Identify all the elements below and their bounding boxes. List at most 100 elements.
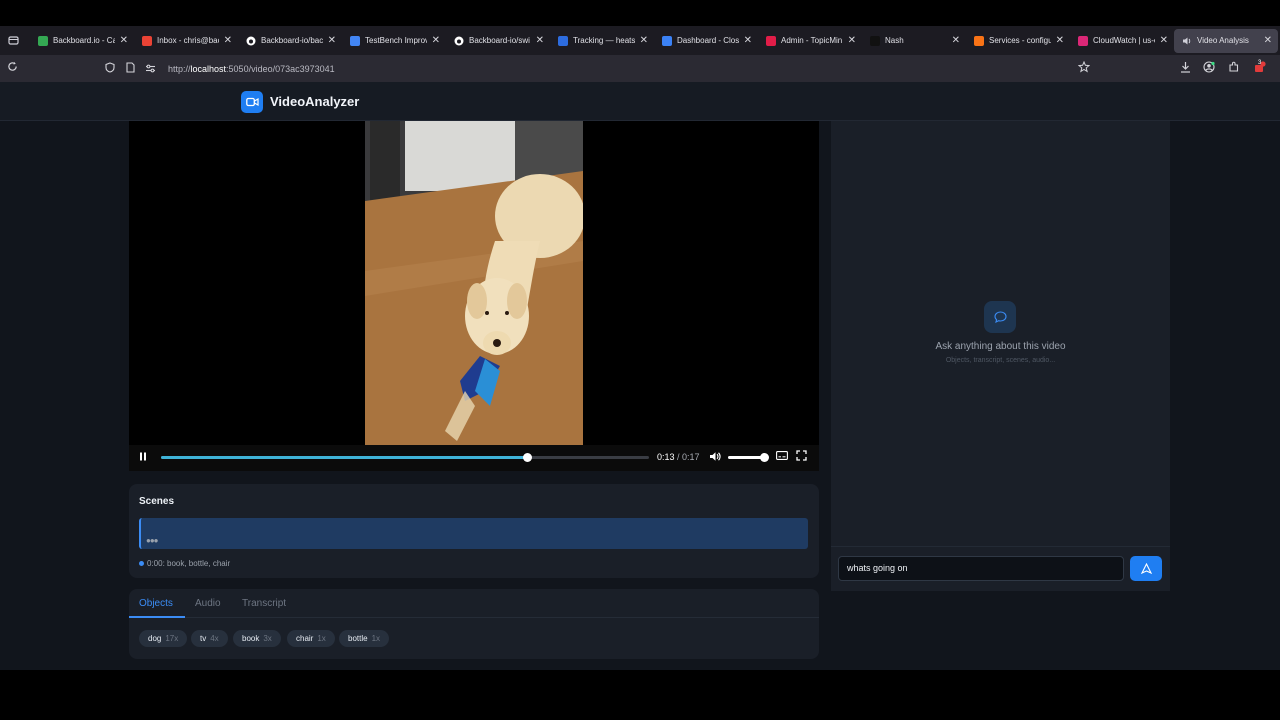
- scene-item[interactable]: 0:00: book, bottle, chair: [139, 559, 230, 568]
- browser-tab[interactable]: Services - configu ✕: [966, 29, 1070, 53]
- close-tab-icon[interactable]: ✕: [848, 35, 856, 46]
- url-host: localhost: [190, 63, 227, 74]
- url-text[interactable]: http://localhost:5050/video/073ac3973041: [168, 64, 335, 74]
- browser-tab[interactable]: CloudWatch | us-e ✕: [1070, 29, 1174, 53]
- close-tab-icon[interactable]: ✕: [120, 35, 128, 46]
- chat-bubble-icon: [984, 301, 1016, 333]
- chat-input-area: whats going on: [831, 546, 1170, 590]
- browser-tab[interactable]: Video Analysis ✕: [1174, 28, 1278, 53]
- browser-tab-label: Backboard-io/swi: [469, 36, 530, 45]
- close-tab-icon[interactable]: ✕: [224, 35, 232, 46]
- seek-bar[interactable]: [161, 453, 649, 462]
- chat-input[interactable]: whats going on: [838, 556, 1124, 581]
- browser-tab[interactable]: Backboard-io/swi ✕: [446, 29, 550, 53]
- object-chip[interactable]: dog 17x: [139, 630, 188, 647]
- tab-overview-icon[interactable]: [2, 30, 24, 52]
- pause-icon[interactable]: [139, 452, 147, 464]
- volume-handle[interactable]: [760, 453, 769, 462]
- browser-tab-label: Services - configu: [989, 36, 1051, 45]
- browser-tab[interactable]: TestBench Improv ✕: [342, 29, 446, 53]
- object-chip[interactable]: bottle 1x: [339, 630, 390, 647]
- tab-favicon-icon: [350, 35, 360, 46]
- browser-tab-label: Inbox - chris@bac: [157, 36, 219, 45]
- player-controls: 0:13 / 0:17: [129, 445, 819, 471]
- tab-audio[interactable]: Audio: [195, 598, 221, 609]
- fullscreen-icon[interactable]: [796, 450, 807, 464]
- address-bar[interactable]: http://localhost:5050/video/073ac3973041: [100, 58, 1100, 79]
- browser-tab[interactable]: Inbox - chris@bac ✕: [134, 29, 238, 53]
- url-path: :5050/video/073ac3973041: [226, 63, 335, 74]
- browser-tab-label: Backboard.io - Ca: [53, 36, 115, 45]
- close-tab-icon[interactable]: ✕: [1056, 35, 1064, 46]
- object-chip[interactable]: book 3x: [233, 630, 281, 647]
- close-tab-icon[interactable]: ✕: [328, 35, 336, 46]
- tab-favicon-icon: [1078, 35, 1088, 46]
- browser-tab[interactable]: Dashboard - Clos ✕: [654, 29, 758, 53]
- object-chip[interactable]: chair 1x: [287, 630, 335, 647]
- bookmark-star-icon[interactable]: [1074, 60, 1094, 76]
- close-tab-icon[interactable]: ✕: [536, 35, 544, 46]
- object-name: bottle: [348, 634, 368, 643]
- browser-tab-label: Backboard-io/back: [261, 36, 323, 45]
- close-tab-icon[interactable]: ✕: [1160, 35, 1168, 46]
- chat-empty-hint: Objects, transcript, scenes, audio...: [945, 357, 1056, 364]
- loading-indicator: ●●●: [146, 536, 158, 545]
- close-tab-icon[interactable]: ✕: [432, 35, 440, 46]
- browser-tab[interactable]: Nash ✕: [862, 29, 966, 53]
- page-info-icon[interactable]: [120, 61, 140, 76]
- browser-tab-label: Nash: [885, 36, 904, 45]
- extensions-icon[interactable]: [1224, 61, 1244, 76]
- app-header: VideoAnalyzer: [0, 82, 1280, 121]
- tab-favicon-icon: [766, 35, 776, 46]
- tab-favicon-icon: [454, 36, 464, 46]
- notification-badge: 3: [1258, 60, 1262, 66]
- browser-tab-bar: Backboard.io - Ca ✕ Inbox - chris@bac ✕ Back…: [0, 26, 1280, 55]
- close-tab-icon[interactable]: ✕: [952, 35, 960, 46]
- volume-icon[interactable]: [709, 451, 721, 465]
- close-tab-icon[interactable]: ✕: [1264, 35, 1272, 46]
- object-name: chair: [296, 634, 314, 643]
- tab-favicon-icon: [246, 36, 256, 46]
- app-brand: VideoAnalyzer: [270, 94, 360, 109]
- tab-favicon-icon: [1182, 36, 1192, 46]
- chat-panel: Ask anything about this video Objects, t…: [831, 121, 1170, 591]
- chat-empty-prompt: Ask anything about this video: [935, 341, 1066, 352]
- tab-favicon-icon: [870, 35, 880, 46]
- video-player[interactable]: 0:13 / 0:17: [129, 121, 819, 471]
- tab-transcript[interactable]: Transcript: [242, 598, 286, 609]
- download-icon[interactable]: [1175, 61, 1195, 76]
- object-count: 1x: [317, 634, 326, 643]
- object-name: dog: [148, 634, 162, 643]
- browser-tab-label: Tracking — heatsi: [573, 36, 635, 45]
- account-icon[interactable]: [1199, 61, 1219, 76]
- captions-icon[interactable]: [776, 451, 788, 463]
- browser-tab[interactable]: Backboard.io - Ca ✕: [30, 29, 134, 53]
- browser-tab-label: CloudWatch | us-e: [1093, 36, 1155, 45]
- browser-tab[interactable]: Admin - TopicMin ✕: [758, 29, 862, 53]
- browser-tab-label: Admin - TopicMin: [781, 36, 843, 45]
- tab-favicon-icon: [38, 35, 48, 46]
- browser-tab[interactable]: Backboard-io/back ✕: [238, 29, 342, 53]
- seek-handle[interactable]: [523, 453, 532, 462]
- video-analyzer-app: VideoAnalyzer 0:13 / 0:17 Scenes ●●● 0:0…: [0, 82, 1280, 670]
- time-display: 0:13 / 0:17: [657, 452, 700, 462]
- reload-icon[interactable]: [2, 61, 22, 75]
- video-frame[interactable]: [365, 121, 583, 445]
- scene-timeline[interactable]: ●●●: [139, 518, 808, 549]
- permissions-icon[interactable]: [140, 62, 160, 76]
- video-camera-icon: [241, 91, 263, 113]
- tab-favicon-icon: [558, 35, 568, 46]
- object-chip[interactable]: tv 4x: [191, 630, 228, 647]
- tab-favicon-icon: [142, 35, 152, 46]
- object-count: 1x: [371, 634, 381, 643]
- browser-tab[interactable]: Tracking — heatsi ✕: [550, 29, 654, 53]
- tab-objects[interactable]: Objects: [139, 598, 173, 609]
- close-tab-icon[interactable]: ✕: [640, 35, 648, 46]
- duration: / 0:17: [677, 452, 700, 462]
- tab-favicon-icon: [662, 35, 672, 46]
- object-count: 4x: [210, 634, 219, 643]
- close-tab-icon[interactable]: ✕: [744, 35, 752, 46]
- object-name: tv: [200, 634, 207, 643]
- shield-icon[interactable]: [100, 61, 120, 76]
- send-button[interactable]: [1130, 556, 1162, 581]
